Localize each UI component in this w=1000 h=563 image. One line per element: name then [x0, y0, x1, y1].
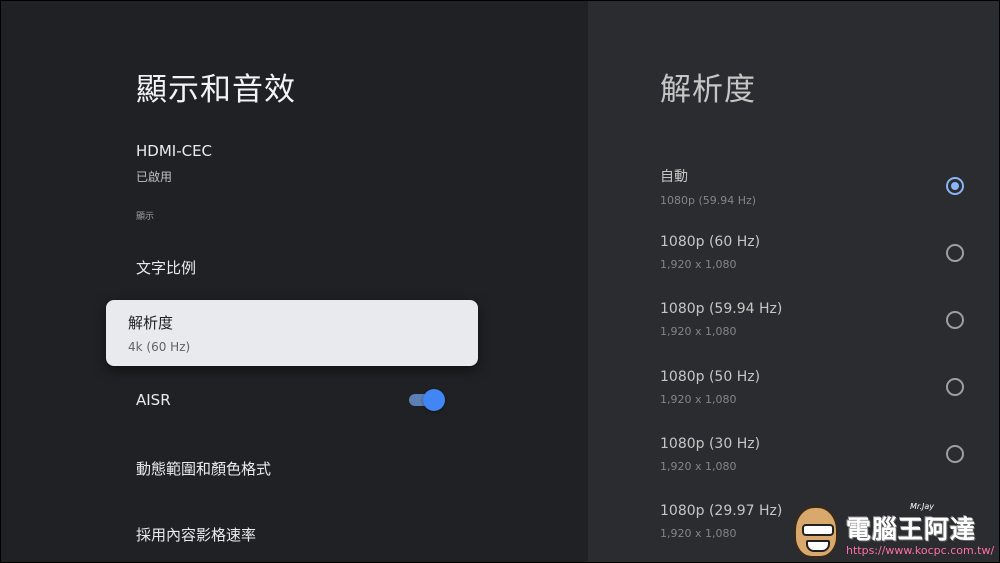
menu-item-aisr[interactable]: AISR	[136, 391, 171, 409]
radio-unselected-icon[interactable]	[946, 311, 964, 329]
radio-unselected-icon[interactable]	[946, 378, 964, 396]
menu-item-title: HDMI-CEC	[136, 142, 213, 160]
toggle-knob	[423, 389, 445, 411]
menu-item-text-scale[interactable]: 文字比例	[136, 257, 196, 278]
radio-unselected-icon[interactable]	[946, 445, 964, 463]
resolution-option-1080p-30[interactable]: 1080p (30 Hz) 1,920 x 1,080	[660, 436, 970, 486]
menu-item-resolution[interactable]: 解析度 4k (60 Hz)	[106, 300, 478, 366]
watermark: Mr.Jay 電腦王阿達 https://www.kocpc.com.tw/	[790, 500, 998, 562]
mascot-face-icon	[794, 506, 838, 558]
page-title: 顯示和音效	[136, 72, 296, 108]
radio-selected-icon[interactable]	[946, 177, 964, 195]
option-subtitle: 1,920 x 1,080	[660, 460, 737, 473]
resolution-option-1080p-5994[interactable]: 1080p (59.94 Hz) 1,920 x 1,080	[660, 301, 970, 351]
option-subtitle: 1,920 x 1,080	[660, 258, 737, 271]
option-subtitle: 1,920 x 1,080	[660, 325, 737, 338]
watermark-brand: 電腦王阿達	[846, 515, 977, 544]
menu-item-title: 解析度	[128, 314, 174, 332]
menu-item-subtitle: 4k (60 Hz)	[128, 340, 191, 354]
option-subtitle: 1,920 x 1,080	[660, 393, 737, 406]
aisr-toggle[interactable]	[409, 389, 445, 411]
option-title: 1080p (60 Hz)	[660, 234, 761, 250]
menu-item-subtitle: 已啟用	[136, 170, 173, 184]
option-title: 自動	[660, 169, 688, 185]
radio-unselected-icon[interactable]	[946, 244, 964, 262]
option-subtitle: 1080p (59.94 Hz)	[660, 194, 757, 207]
resolution-option-auto[interactable]: 自動 1080p (59.94 Hz)	[660, 166, 970, 216]
resolution-option-1080p-60[interactable]: 1080p (60 Hz) 1,920 x 1,080	[660, 234, 970, 284]
option-title: 1080p (50 Hz)	[660, 369, 761, 385]
menu-item-hdmi-cec[interactable]: HDMI-CEC 已啟用	[136, 142, 212, 185]
panel-title: 解析度	[660, 72, 756, 108]
menu-item-match-frame-rate[interactable]: 採用內容影格速率	[136, 524, 256, 545]
menu-item-dynamic-range[interactable]: 動態範圍和顏色格式	[136, 458, 271, 479]
watermark-url: https://www.kocpc.com.tw/	[846, 544, 995, 557]
resolution-option-1080p-50[interactable]: 1080p (50 Hz) 1,920 x 1,080	[660, 369, 970, 419]
option-title: 1080p (30 Hz)	[660, 436, 761, 452]
section-label-display: 顯示	[136, 212, 155, 222]
option-title: 1080p (59.94 Hz)	[660, 301, 783, 317]
